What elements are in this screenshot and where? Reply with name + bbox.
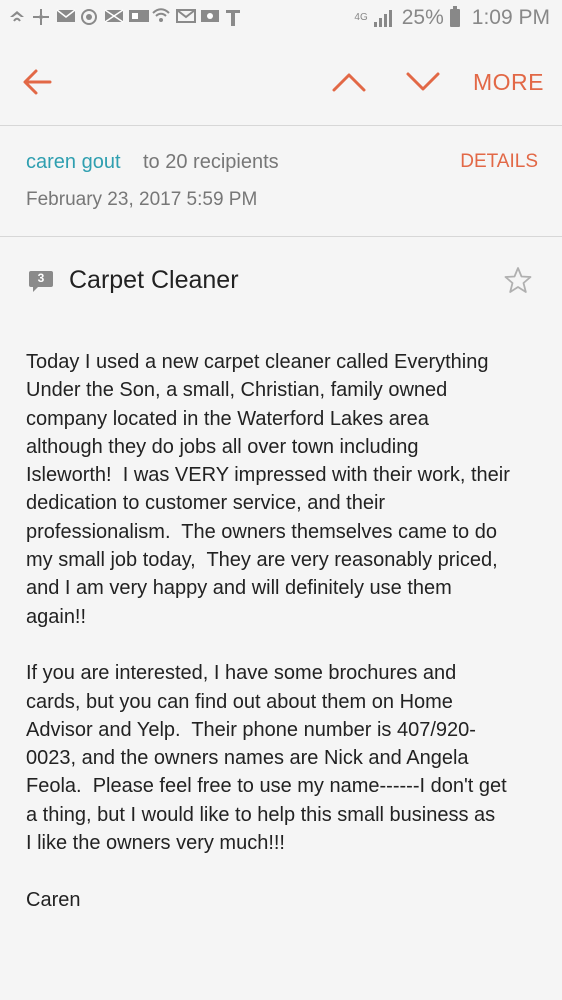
body-line: and I am very happy and will definitely … xyxy=(26,577,452,600)
body-line: my small job today, They are very reason… xyxy=(26,549,498,572)
favorite-star-icon[interactable] xyxy=(504,266,532,294)
more-button[interactable]: MORE xyxy=(473,69,544,96)
body-line: again!! xyxy=(26,605,87,628)
previous-email-chevron-up-icon[interactable] xyxy=(330,68,368,96)
body-line: I like the owners very much!!! xyxy=(26,832,285,855)
body-line: dedication to customer service, and thei… xyxy=(26,492,386,515)
toolbar-divider xyxy=(0,125,562,126)
battery-icon xyxy=(449,6,460,27)
body-line: Under the Son, a small, Christian, famil… xyxy=(26,379,448,402)
body-line: If you are interested, I have some broch… xyxy=(26,662,457,685)
wifi-calling-icon xyxy=(8,8,26,26)
body-line: a thing, but I would like to help this s… xyxy=(26,803,496,826)
message-date: February 23, 2017 5:59 PM xyxy=(26,189,258,210)
body-line: Today I used a new carpet cleaner called… xyxy=(26,351,489,373)
body-line: Caren xyxy=(26,888,81,911)
yelp-icon xyxy=(32,8,50,26)
clock: 1:09 PM xyxy=(471,6,550,29)
t-mobile-icon xyxy=(224,8,242,26)
battery-percent: 25% xyxy=(401,6,444,29)
body-paragraph: Today I used a new carpet cleaner called… xyxy=(26,348,546,631)
email-body: Today I used a new carpet cleaner called… xyxy=(26,348,546,942)
header-divider xyxy=(0,236,562,237)
recipients-count: to 20 recipients xyxy=(143,151,279,173)
status-right: 4G 25% 1:09 PM xyxy=(354,6,550,30)
body-paragraph: If you are interested, I have some broch… xyxy=(26,659,546,857)
details-button[interactable]: DETAILS xyxy=(460,151,538,173)
next-email-chevron-down-icon[interactable] xyxy=(404,68,442,96)
wifi-icon xyxy=(152,8,170,26)
toolbar: MORE xyxy=(0,38,562,124)
status-bar: 4G 25% 1:09 PM xyxy=(0,0,562,38)
body-line: professionalism. The owners themselves c… xyxy=(26,520,497,543)
body-line: although they do jobs all over town incl… xyxy=(26,435,419,458)
signal-icon xyxy=(373,9,396,27)
body-line: Isleworth! I was VERY impressed with the… xyxy=(26,464,510,487)
gallery-icon xyxy=(128,8,149,26)
body-line: Feola. Please feel free to use my name--… xyxy=(26,775,507,798)
thread-count-icon: 3 xyxy=(28,270,54,292)
mail-icon xyxy=(56,8,76,26)
body-line: cards, but you can find out about them o… xyxy=(26,690,453,713)
sync-icon xyxy=(80,8,98,26)
email-icon xyxy=(104,8,124,26)
sender-name[interactable]: caren gout xyxy=(26,151,121,174)
email-subject: Carpet Cleaner xyxy=(69,266,239,294)
back-arrow-icon[interactable] xyxy=(20,64,56,100)
body-line: company located in the Waterford Lakes a… xyxy=(26,407,429,430)
gmail-icon xyxy=(176,8,196,26)
body-line: Advisor and Yelp. Their phone number is … xyxy=(26,718,476,741)
photo-icon xyxy=(200,8,219,26)
thread-count: 3 xyxy=(37,271,45,285)
notification-icons xyxy=(8,8,242,26)
body-line: 0023, and the owners names are Nick and … xyxy=(26,747,469,770)
lte-icon: 4G xyxy=(354,12,368,23)
body-paragraph: Caren xyxy=(26,886,546,914)
